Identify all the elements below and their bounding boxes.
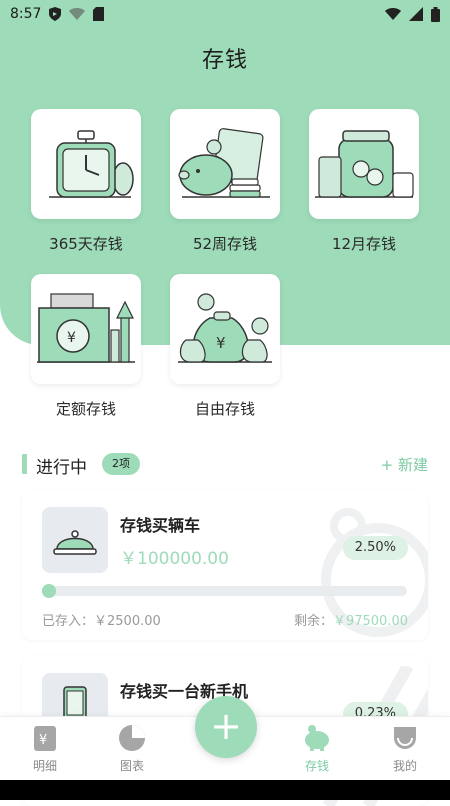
svg-text:¥: ¥ <box>216 334 226 352</box>
nav-label: 我的 <box>392 759 417 773</box>
coin-jar-icon <box>315 130 414 198</box>
wifi-icon <box>385 8 401 20</box>
nav-item-charts[interactable]: 图表 <box>97 723 167 777</box>
nav-label: 存钱 <box>304 759 329 773</box>
piggy-icon <box>305 725 329 751</box>
ledger-icon: ¥ <box>34 726 56 751</box>
battery-icon <box>431 6 440 22</box>
page-title: 存钱 <box>201 48 248 73</box>
signal-icon <box>409 7 423 21</box>
plan-tile-12-months[interactable] <box>309 109 419 219</box>
shield-icon <box>49 7 62 21</box>
clock-icon <box>49 130 134 198</box>
nav-label: 明细 <box>32 759 57 773</box>
service-bell-icon <box>53 530 97 555</box>
plan-tile-fixed-amount[interactable]: ¥ <box>31 274 141 384</box>
wifi-question-icon <box>69 8 86 20</box>
goal-title: 存钱买辆车 <box>120 516 201 535</box>
remain-info: 剩余：￥97500.00 <box>294 610 408 629</box>
saved-label: 已存入： <box>42 614 95 629</box>
money-bags-icon: ¥ <box>178 293 272 363</box>
goal-icon-box <box>42 507 108 573</box>
plan-label: 52周存钱 <box>192 235 258 253</box>
nav-item-mine[interactable]: 我的 <box>370 723 440 777</box>
remain-value: ￥97500.00 <box>332 614 408 629</box>
goal-progress-track <box>42 586 407 596</box>
svg-text:¥: ¥ <box>39 733 47 748</box>
goal-card[interactable]: 存钱买辆车 ￥100000.00 2.50% 已存入：￥2500.00 剩余：￥… <box>22 490 428 640</box>
add-button[interactable]: + <box>195 696 257 758</box>
goal-progress-dot <box>42 584 56 598</box>
nav-item-details[interactable]: ¥ 明细 <box>10 723 80 777</box>
status-time: 8:57 <box>10 6 42 22</box>
plan-tile-52-weeks[interactable] <box>170 109 280 219</box>
remain-label: 剩余： <box>293 614 333 629</box>
plan-label: 自由存钱 <box>194 400 255 418</box>
goal-amount: ￥100000.00 <box>120 549 229 569</box>
sd-card-icon <box>93 7 105 21</box>
new-plan-button[interactable]: + 新建 <box>381 454 428 475</box>
plan-label: 365天存钱 <box>49 235 123 253</box>
nav-item-save[interactable]: 存钱 <box>282 723 352 777</box>
plan-label: 12月存钱 <box>331 235 397 253</box>
nav-label: 图表 <box>119 759 144 773</box>
saved-info: 已存入：￥2500.00 <box>42 610 161 629</box>
status-bar: 8:57 <box>0 0 450 28</box>
plan-tile-free[interactable]: ¥ <box>170 274 280 384</box>
profile-icon <box>394 727 416 749</box>
saved-value: ￥2500.00 <box>94 614 161 629</box>
section-accent-bar <box>22 454 27 474</box>
section-title: 进行中 <box>36 458 87 478</box>
pie-chart-icon <box>119 725 145 751</box>
piggy-bank-icon <box>178 128 270 198</box>
safe-chart-icon: ¥ <box>37 293 135 363</box>
count-badge: 2项 <box>102 453 140 475</box>
plan-label: 定额存钱 <box>55 400 116 418</box>
goal-rate-badge: 2.50% <box>342 536 408 560</box>
system-nav-bar <box>0 780 450 800</box>
plan-tile-365-days[interactable] <box>31 109 141 219</box>
in-progress-header: 进行中 2项 + 新建 <box>22 452 428 478</box>
svg-text:¥: ¥ <box>67 330 76 346</box>
